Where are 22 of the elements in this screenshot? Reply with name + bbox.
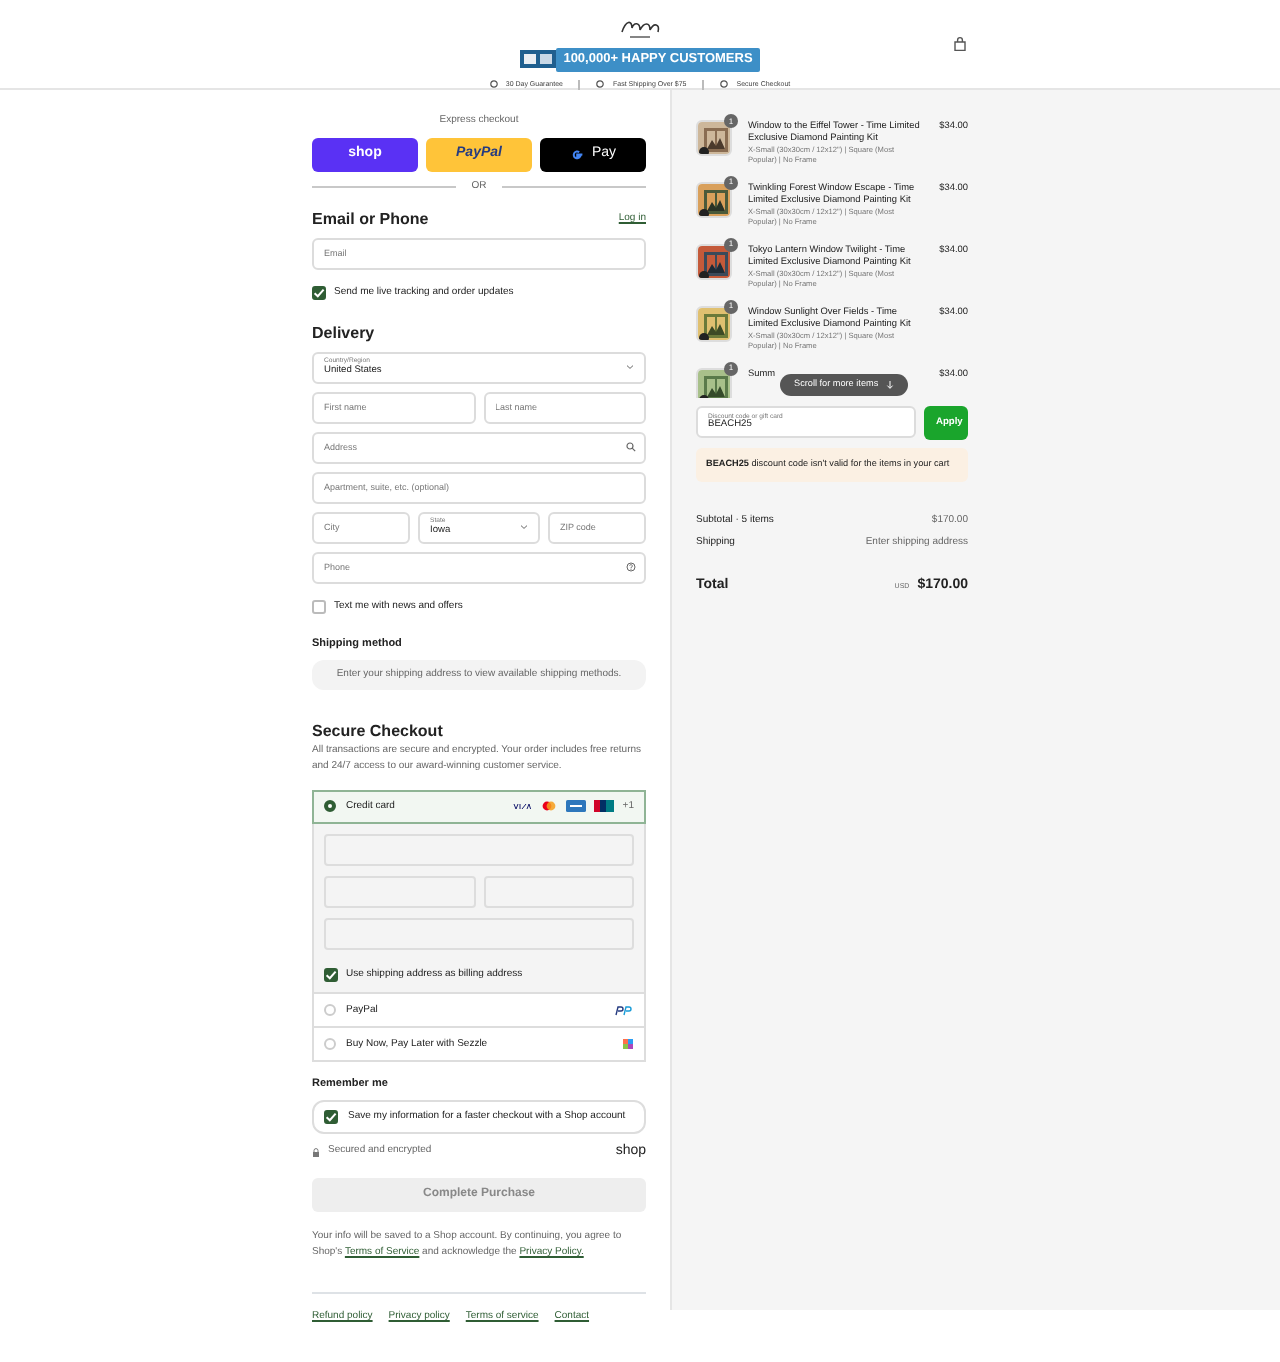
chevron-down-icon — [626, 364, 634, 371]
checkbox[interactable] — [324, 968, 338, 983]
g-icon — [569, 147, 584, 161]
badge-icon — [720, 80, 729, 89]
section-heading: Email or Phone — [312, 210, 429, 230]
badge-icon — [489, 80, 498, 89]
lock-icon — [312, 1147, 320, 1158]
paypal-icon — [614, 1005, 634, 1016]
shopping-bag-icon[interactable] — [952, 36, 968, 52]
arrow-down-icon — [886, 379, 895, 390]
checkbox[interactable] — [312, 285, 326, 300]
search-icon — [626, 442, 636, 453]
help-icon[interactable] — [626, 562, 636, 573]
section-heading: Secure Checkout — [312, 722, 445, 742]
checkbox[interactable] — [312, 599, 326, 614]
badge-icon — [596, 80, 605, 89]
sezzle-icon — [622, 1038, 634, 1051]
chevron-down-icon — [520, 524, 528, 531]
checkbox[interactable] — [324, 1109, 338, 1124]
section-heading: Delivery — [312, 324, 377, 344]
visa-icon — [512, 800, 533, 813]
mastercard-icon — [540, 800, 559, 813]
